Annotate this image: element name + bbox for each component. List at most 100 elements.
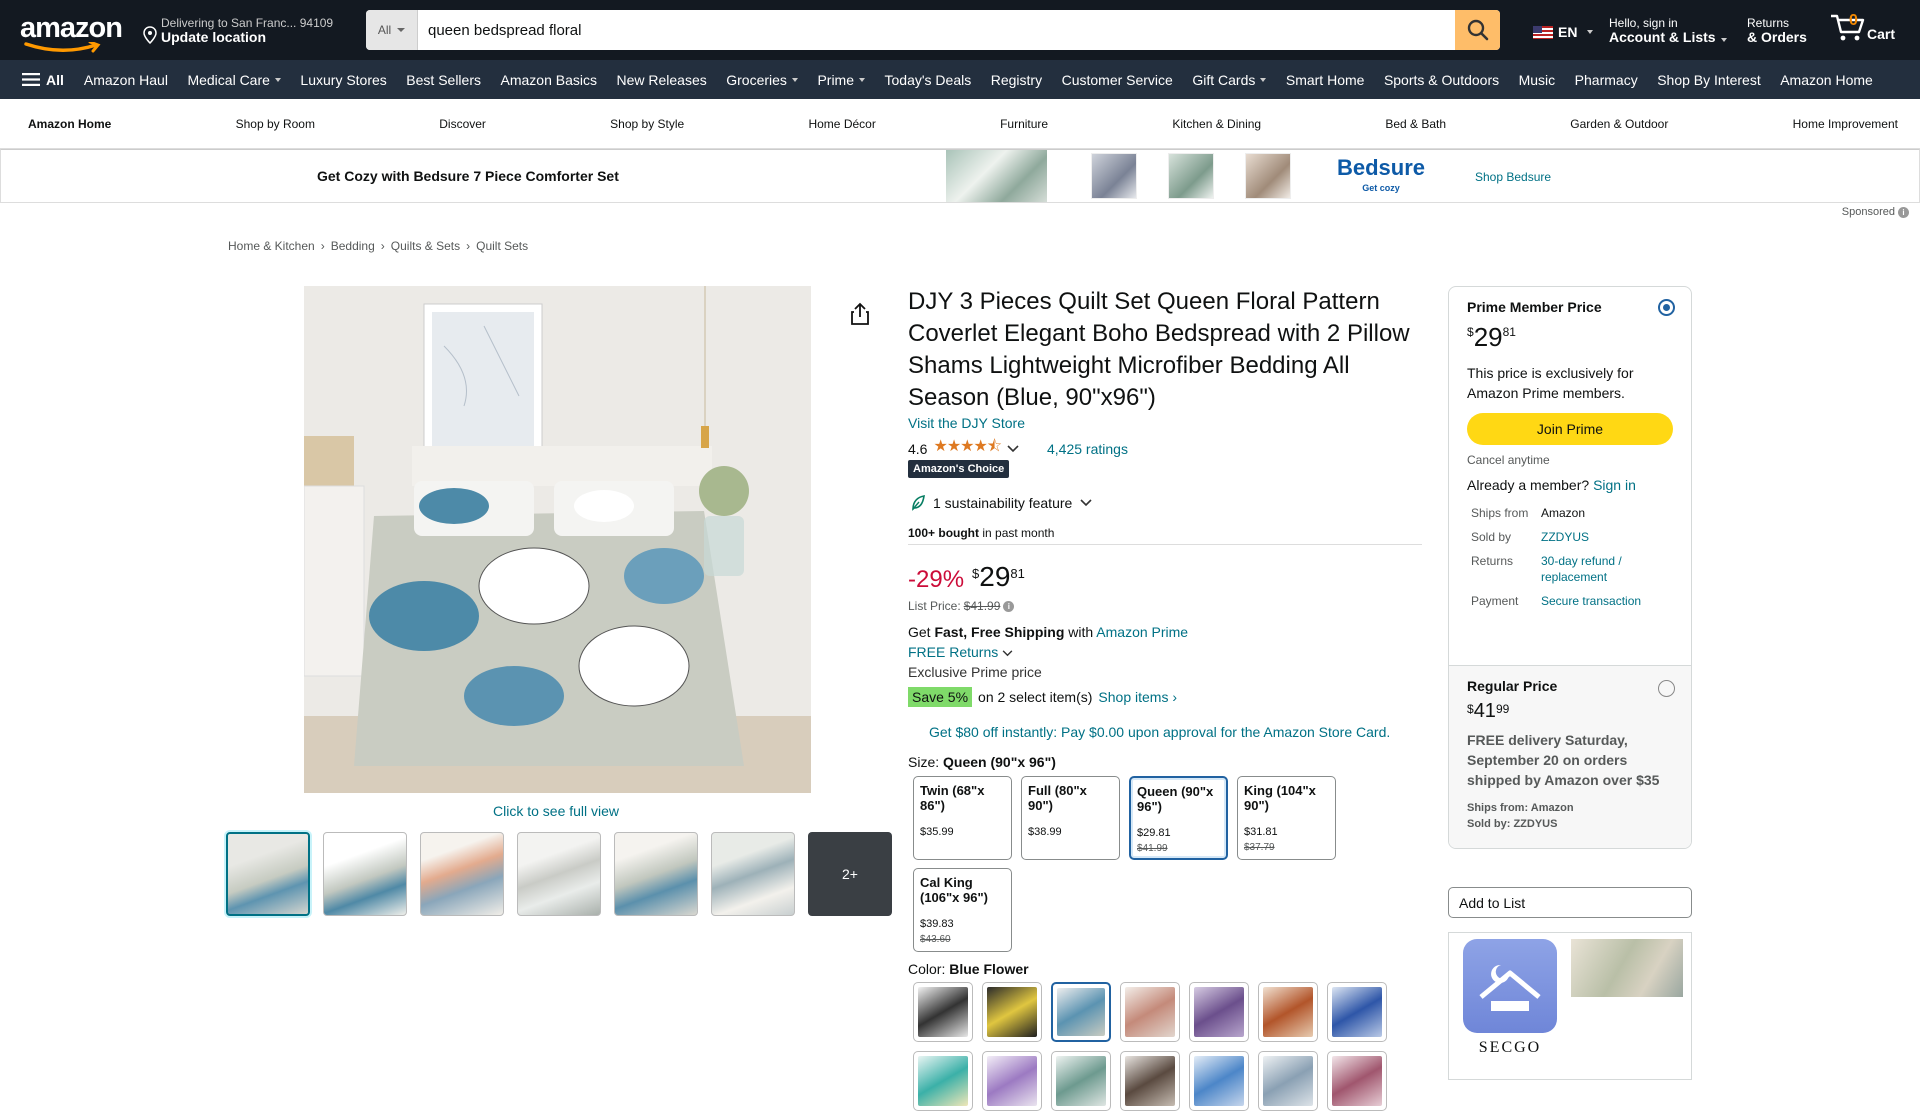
thumbnail-image[interactable]: [517, 832, 601, 916]
color-swatch[interactable]: [913, 982, 973, 1042]
prime-price-option[interactable]: Prime Member Price $ 29 81 This price is…: [1449, 287, 1691, 665]
store-nav-bed-bath[interactable]: Bed & Bath: [1385, 117, 1446, 131]
info-icon[interactable]: i: [1003, 600, 1015, 612]
more-images-button[interactable]: 2+: [808, 832, 892, 916]
amazon-prime-link[interactable]: Amazon Prime: [1096, 624, 1188, 640]
nav-todays-deals[interactable]: Today's Deals: [885, 72, 972, 88]
shop-items-link[interactable]: Shop items ›: [1098, 689, 1177, 705]
add-to-list-button[interactable]: Add to List: [1448, 887, 1692, 918]
breadcrumb-quilt-sets[interactable]: Quilt Sets: [476, 239, 528, 253]
store-nav-kitchen-dining[interactable]: Kitchen & Dining: [1172, 117, 1261, 131]
join-prime-button[interactable]: Join Prime: [1467, 413, 1673, 445]
store-nav-amazon-home[interactable]: Amazon Home: [28, 117, 111, 131]
language-selector[interactable]: EN: [1533, 24, 1594, 40]
color-swatch[interactable]: [982, 982, 1042, 1042]
nav-gift-cards[interactable]: Gift Cards: [1192, 72, 1267, 88]
store-nav-home-improvement[interactable]: Home Improvement: [1793, 117, 1898, 131]
sponsored-ad-box[interactable]: SECGO: [1448, 932, 1692, 1080]
nav-amazon-basics[interactable]: Amazon Basics: [501, 72, 597, 88]
breadcrumb-home-kitchen[interactable]: Home & Kitchen: [228, 239, 315, 253]
nav-best-sellers[interactable]: Best Sellers: [406, 72, 481, 88]
nav-smart-home[interactable]: Smart Home: [1286, 72, 1365, 88]
returns-orders-link[interactable]: Returns & Orders: [1747, 16, 1807, 44]
size-option-queen[interactable]: Queen (90"x 96") $29.81 $41.99: [1129, 776, 1228, 860]
regular-price-option[interactable]: Regular Price $ 41 99 FREE delivery Satu…: [1449, 665, 1691, 848]
color-swatch[interactable]: [1120, 982, 1180, 1042]
color-swatch[interactable]: [1051, 1051, 1111, 1111]
color-swatch[interactable]: [1258, 1051, 1318, 1111]
search-input[interactable]: [418, 10, 1455, 50]
nav-prime[interactable]: Prime: [817, 72, 865, 88]
store-nav-home-decor[interactable]: Home Décor: [808, 117, 875, 131]
nav-shop-by-interest[interactable]: Shop By Interest: [1657, 72, 1761, 88]
color-swatch[interactable]: [1051, 982, 1111, 1042]
color-swatch[interactable]: [1327, 1051, 1387, 1111]
search-category-select[interactable]: All: [366, 10, 418, 50]
nav-medical-care[interactable]: Medical Care: [187, 72, 281, 88]
store-nav-shop-by-room[interactable]: Shop by Room: [236, 117, 315, 131]
size-option-full[interactable]: Full (80"x 90") $38.99: [1021, 776, 1120, 860]
nav-luxury-stores[interactable]: Luxury Stores: [300, 72, 386, 88]
caret-down-icon: [1720, 38, 1727, 42]
regular-price-radio[interactable]: [1658, 680, 1675, 697]
delivery-location[interactable]: Delivering to San Franc... 94109 Update …: [143, 16, 333, 44]
thumbnail-image[interactable]: [323, 832, 407, 916]
sponsored-banner[interactable]: Get Cozy with Bedsure 7 Piece Comforter …: [0, 149, 1920, 203]
free-returns-link[interactable]: FREE Returns: [908, 644, 1013, 660]
size-option-cal-king[interactable]: Cal King (106"x 96") $39.83 $43.60: [913, 868, 1012, 952]
color-swatch[interactable]: [1189, 1051, 1249, 1111]
nav-pharmacy[interactable]: Pharmacy: [1575, 72, 1638, 88]
store-card-offer-link[interactable]: Get $80 off instantly: Pay $0.00 upon ap…: [929, 724, 1390, 740]
ratings-count-link[interactable]: 4,425 ratings: [1047, 441, 1128, 457]
store-nav-shop-by-style[interactable]: Shop by Style: [610, 117, 684, 131]
size-option-king[interactable]: King (104"x 90") $31.81 $37.79: [1237, 776, 1336, 860]
store-nav-furniture[interactable]: Furniture: [1000, 117, 1048, 131]
thumbnail-image[interactable]: [614, 832, 698, 916]
full-view-link[interactable]: Click to see full view: [493, 803, 619, 819]
color-swatch[interactable]: [1189, 982, 1249, 1042]
star-rating-icon[interactable]: ★★★★⯪: [933, 435, 1002, 462]
share-button[interactable]: [849, 302, 871, 331]
shop-bedsure-link[interactable]: Shop Bedsure: [1475, 170, 1551, 184]
size-price: $31.81: [1244, 826, 1278, 838]
prime-price-radio[interactable]: [1658, 299, 1675, 316]
thumbnail-image[interactable]: [420, 832, 504, 916]
nav-music[interactable]: Music: [1519, 72, 1556, 88]
info-icon[interactable]: i: [1898, 206, 1909, 218]
chevron-down-icon[interactable]: [1007, 444, 1019, 453]
secure-transaction-link[interactable]: Secure transaction: [1541, 593, 1675, 609]
price-whole: 41: [1473, 700, 1496, 722]
store-link[interactable]: Visit the DJY Store: [908, 415, 1025, 431]
seller-link[interactable]: ZZDYUS: [1541, 529, 1675, 545]
size-option-twin[interactable]: Twin (68"x 86") $35.99: [913, 776, 1012, 860]
nav-new-releases[interactable]: New Releases: [616, 72, 706, 88]
nav-customer-service[interactable]: Customer Service: [1062, 72, 1173, 88]
sign-in-link[interactable]: Sign in: [1593, 477, 1636, 493]
returns-policy-link[interactable]: 30-day refund / replacement: [1541, 553, 1675, 585]
amazon-logo[interactable]: amazon: [20, 12, 123, 53]
nav-amazon-haul[interactable]: Amazon Haul: [84, 72, 168, 88]
nav-sports-outdoors[interactable]: Sports & Outdoors: [1384, 72, 1499, 88]
nav-registry[interactable]: Registry: [991, 72, 1042, 88]
color-swatch[interactable]: [1120, 1051, 1180, 1111]
store-nav-discover[interactable]: Discover: [439, 117, 486, 131]
thumbnail-image[interactable]: [226, 832, 310, 916]
color-swatch[interactable]: [913, 1051, 973, 1111]
nav-amazon-home[interactable]: Amazon Home: [1780, 72, 1873, 88]
sustainability-feature[interactable]: 1 sustainability feature: [911, 495, 1092, 511]
store-nav-garden-outdoor[interactable]: Garden & Outdoor: [1570, 117, 1668, 131]
breadcrumb-bedding[interactable]: Bedding: [331, 239, 375, 253]
search-button[interactable]: [1455, 10, 1500, 50]
sold-by-label: Sold by: [1471, 530, 1512, 544]
color-swatch[interactable]: [1258, 982, 1318, 1042]
color-swatch[interactable]: [1327, 982, 1387, 1042]
breadcrumb-quilts-sets[interactable]: Quilts & Sets: [391, 239, 460, 253]
returns-label: Returns: [1471, 554, 1514, 568]
main-product-image[interactable]: [304, 286, 811, 793]
cart-button[interactable]: 0 Cart: [1829, 12, 1895, 42]
account-menu[interactable]: Hello, sign in Account & Lists: [1609, 16, 1727, 44]
all-menu-button[interactable]: All: [22, 72, 64, 88]
nav-groceries[interactable]: Groceries: [726, 72, 798, 88]
color-swatch[interactable]: [982, 1051, 1042, 1111]
thumbnail-image[interactable]: [711, 832, 795, 916]
